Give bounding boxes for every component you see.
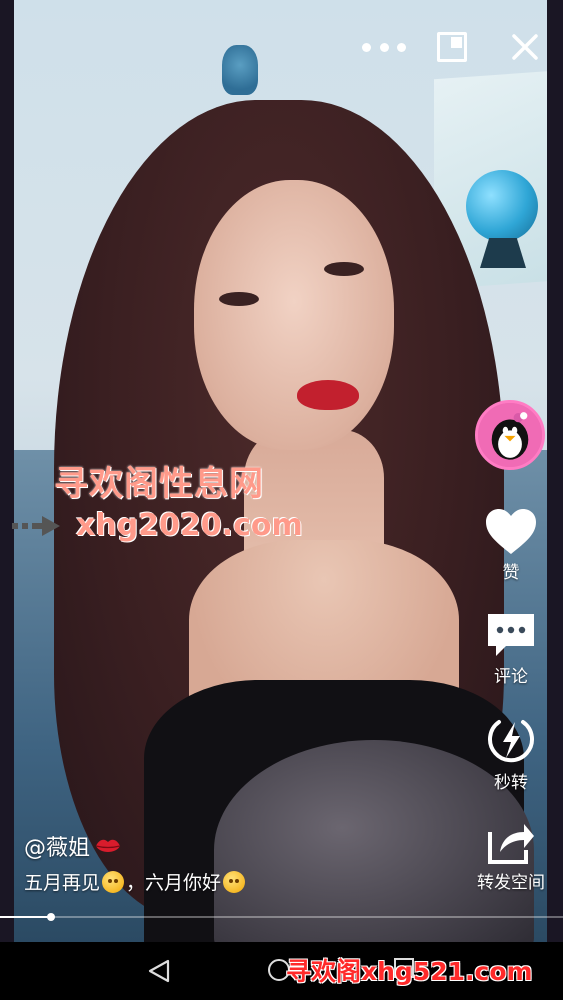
back-icon[interactable] xyxy=(146,958,172,988)
close-icon[interactable] xyxy=(508,30,542,64)
picture-in-picture-icon[interactable] xyxy=(437,32,467,62)
watermark-title: 寻欢阁性息网 xyxy=(54,464,264,504)
video-subject-face xyxy=(194,180,394,450)
watermark-arrow-icon xyxy=(12,514,62,538)
lips-emoji-icon xyxy=(95,839,121,852)
author-name[interactable]: @薇姐 xyxy=(24,830,90,862)
more-dots-icon[interactable] xyxy=(362,36,406,58)
progress-fill xyxy=(0,916,51,918)
quick-repost-label: 秒转 xyxy=(494,773,528,793)
comment-button[interactable]: 评论 xyxy=(466,612,556,687)
background-vase xyxy=(222,45,258,95)
heart-icon xyxy=(486,509,536,554)
progress-bar[interactable] xyxy=(0,916,563,918)
video-subject-eye-left xyxy=(219,292,259,306)
like-label: 赞 xyxy=(502,563,520,583)
comment-icon xyxy=(488,614,534,656)
thinking-emoji-icon xyxy=(102,870,125,893)
smile-emoji-icon xyxy=(223,870,246,893)
post-caption: 五月再见 ，六月你好 xyxy=(24,868,247,895)
share-icon xyxy=(488,824,534,864)
author-avatar[interactable] xyxy=(475,400,545,470)
comment-label: 评论 xyxy=(494,667,528,687)
caption-text-1: 五月再见 xyxy=(24,872,101,894)
watermark-bottom: 寻欢阁xhg521.com xyxy=(286,957,533,986)
like-button[interactable]: 赞 xyxy=(466,508,556,583)
progress-handle[interactable] xyxy=(46,913,55,921)
caption-text-2: ，六月你好 xyxy=(126,872,222,894)
quick-repost-button[interactable]: 秒转 xyxy=(466,714,556,793)
watermark-url: xhg2020.com xyxy=(76,508,303,543)
background-globe xyxy=(466,170,538,242)
author-name-row[interactable]: @薇姐 xyxy=(24,830,122,862)
video-subject-eye-right xyxy=(324,262,364,276)
share-button[interactable]: 转发空间 xyxy=(466,818,556,893)
video-subject-lips xyxy=(297,380,359,410)
share-label: 转发空间 xyxy=(477,873,545,893)
lightning-icon xyxy=(488,720,534,763)
